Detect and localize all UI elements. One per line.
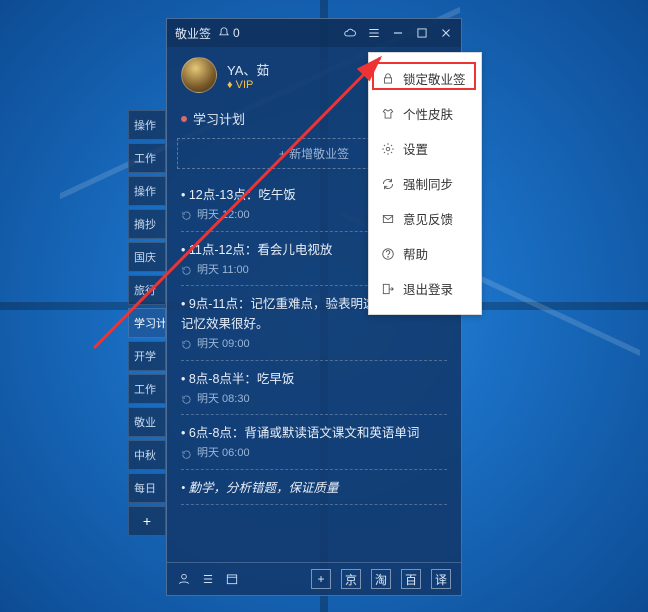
side-tab[interactable]: 国庆 — [128, 242, 166, 272]
title-right — [343, 26, 453, 40]
refresh-icon — [181, 210, 192, 221]
sync-icon — [381, 177, 395, 191]
bell-count: 0 — [233, 26, 240, 40]
exit-icon — [381, 282, 395, 296]
note-title: 6点-8点：背诵或默读语文课文和英语单词 — [181, 423, 447, 443]
vip-badge: ♦ VIP — [227, 79, 269, 91]
side-tab[interactable]: 每日 — [128, 473, 166, 503]
cloud-icon[interactable] — [343, 26, 357, 40]
menu-label: 退出登录 — [403, 279, 453, 298]
side-tab[interactable]: 操作 — [128, 176, 166, 206]
menu-icon[interactable] — [367, 26, 381, 40]
menu-label: 意见反馈 — [403, 209, 453, 228]
note-meta: 明天 06:00 — [181, 445, 447, 463]
note-title: 勤学，分析错题，保证质量 — [181, 478, 447, 498]
menu-label: 设置 — [403, 139, 428, 158]
app-name: 敬业签 — [175, 25, 211, 42]
refresh-icon — [181, 449, 192, 460]
mail-icon — [381, 212, 395, 226]
side-tab[interactable]: 操作 — [128, 110, 166, 140]
notification-bell[interactable]: 0 — [217, 26, 240, 40]
avatar[interactable] — [181, 57, 217, 93]
side-tab[interactable]: 开学 — [128, 341, 166, 371]
menu-label: 帮助 — [403, 244, 428, 263]
menu-label: 锁定敬业签 — [403, 69, 466, 88]
minimize-icon[interactable] — [391, 26, 405, 40]
side-tab[interactable]: 工作 — [128, 143, 166, 173]
title-bar: 敬业签 0 — [167, 19, 461, 47]
menu-item-gear[interactable]: 设置 — [369, 131, 481, 166]
side-tab[interactable]: 中秋 — [128, 440, 166, 470]
refresh-icon — [181, 265, 192, 276]
help-icon — [381, 247, 395, 261]
refresh-icon — [181, 394, 192, 405]
category-dot-icon — [181, 116, 187, 122]
menu-item-lock[interactable]: 锁定敬业签 — [369, 61, 481, 96]
side-tab[interactable]: 摘抄 — [128, 209, 166, 239]
side-tab[interactable]: 敬业 — [128, 407, 166, 437]
bottom-shortcut[interactable]: + — [311, 569, 331, 589]
note-meta: 明天 09:00 — [181, 336, 447, 354]
category-label: 学习计划 — [193, 109, 245, 128]
menu-item-mail[interactable]: 意见反馈 — [369, 201, 481, 236]
close-icon[interactable] — [439, 26, 453, 40]
menu-item-help[interactable]: 帮助 — [369, 236, 481, 271]
bottom-shortcut[interactable]: 淘 — [371, 569, 391, 589]
refresh-icon — [181, 339, 192, 350]
calendar-icon[interactable] — [225, 572, 239, 586]
user-icon[interactable] — [177, 572, 191, 586]
side-tab[interactable]: 学习计划 — [128, 308, 166, 338]
profile-name: YA、茹 — [227, 60, 269, 79]
menu-item-exit[interactable]: 退出登录 — [369, 271, 481, 306]
note-meta: 明天 08:30 — [181, 391, 447, 409]
lock-icon — [381, 72, 395, 86]
add-tab-button[interactable]: + — [128, 506, 166, 536]
profile-text: YA、茹 ♦ VIP — [227, 60, 269, 91]
maximize-icon[interactable] — [415, 26, 429, 40]
note-item[interactable]: 勤学，分析错题，保证质量 — [181, 470, 447, 505]
menu-item-sync[interactable]: 强制同步 — [369, 166, 481, 201]
side-tab[interactable]: 工作 — [128, 374, 166, 404]
bottom-shortcut[interactable]: 百 — [401, 569, 421, 589]
note-title: 8点-8点半：吃早饭 — [181, 369, 447, 389]
bell-icon — [217, 26, 231, 40]
title-left: 敬业签 0 — [175, 25, 240, 42]
menu-item-shirt[interactable]: 个性皮肤 — [369, 96, 481, 131]
note-item[interactable]: 8点-8点半：吃早饭明天 08:30 — [181, 361, 447, 416]
note-item[interactable]: 6点-8点：背诵或默读语文课文和英语单词明天 06:00 — [181, 415, 447, 470]
diamond-icon: ♦ — [227, 79, 233, 91]
bottom-shortcut[interactable]: 京 — [341, 569, 361, 589]
side-tab[interactable]: 旅行 — [128, 275, 166, 305]
list-icon[interactable] — [201, 572, 215, 586]
gear-icon — [381, 142, 395, 156]
menu-label: 强制同步 — [403, 174, 453, 193]
bottom-shortcut[interactable]: 译 — [431, 569, 451, 589]
shirt-icon — [381, 107, 395, 121]
bottom-bar: + 京淘百译 — [167, 562, 461, 595]
app-menu: 锁定敬业签个性皮肤设置强制同步意见反馈帮助退出登录 — [368, 52, 482, 315]
menu-label: 个性皮肤 — [403, 104, 453, 123]
side-tab-list: 操作工作操作摘抄国庆旅行学习计划开学工作敬业中秋每日+ — [128, 110, 166, 536]
